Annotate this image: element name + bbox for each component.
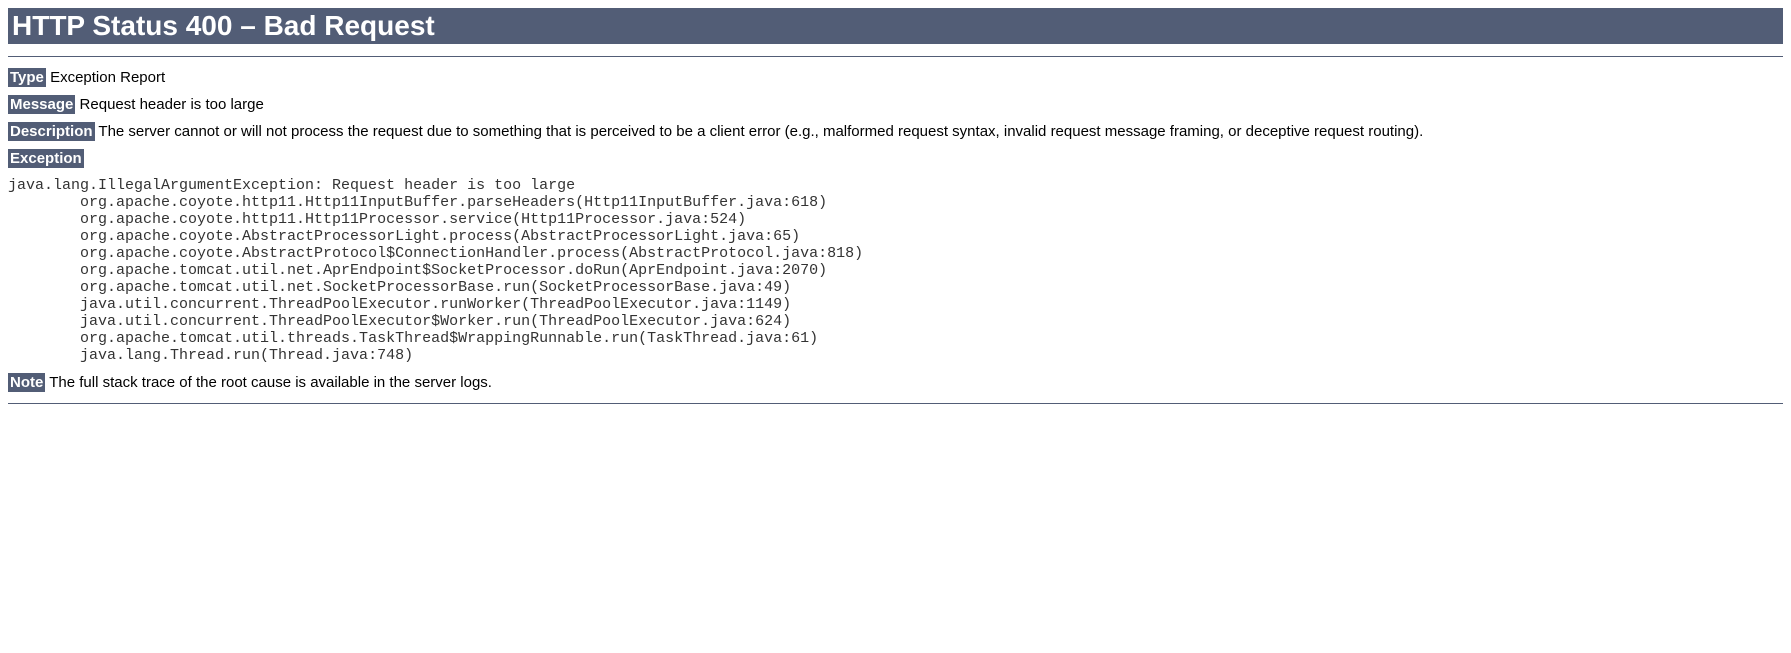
description-label: Description [8, 122, 95, 141]
message-value: Request header is too large [80, 96, 264, 113]
message-label: Message [8, 95, 75, 114]
page-title: HTTP Status 400 – Bad Request [8, 8, 1783, 44]
note-line: Note The full stack trace of the root ca… [8, 374, 1783, 391]
exception-heading: Exception [8, 149, 84, 168]
exception-stacktrace: java.lang.IllegalArgumentException: Requ… [8, 177, 1783, 364]
description-value: The server cannot or will not process th… [98, 123, 1423, 140]
message-line: Message Request header is too large [8, 96, 1783, 113]
type-label: Type [8, 68, 46, 87]
note-value: The full stack trace of the root cause i… [49, 374, 492, 391]
description-line: Description The server cannot or will no… [8, 123, 1783, 140]
type-value: Exception Report [50, 69, 165, 86]
divider [8, 56, 1783, 57]
exception-heading-line: Exception [8, 150, 1783, 167]
type-line: Type Exception Report [8, 69, 1783, 86]
note-label: Note [8, 373, 45, 392]
divider-bottom [8, 403, 1783, 404]
